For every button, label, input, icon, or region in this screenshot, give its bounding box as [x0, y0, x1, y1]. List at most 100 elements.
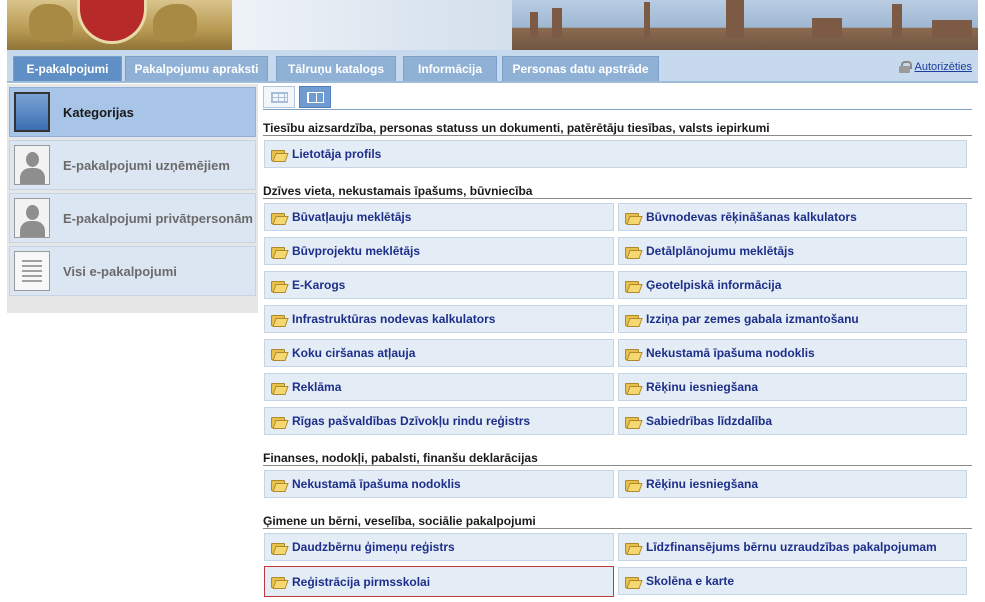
- sidebar: Kategorijas E-pakalpojumi uzņēmējiem E-p…: [7, 84, 258, 313]
- tab-talrunu-katalogs[interactable]: Tālruņu katalogs: [276, 56, 396, 81]
- service-item[interactable]: Būvnodevas rēķināšanas kalkulators: [618, 203, 967, 231]
- service-item[interactable]: Reģistrācija pirmsskolai: [264, 566, 614, 597]
- service-label: Infrastruktūras nodevas kalkulators: [292, 312, 496, 326]
- service-label: Lietotāja profils: [292, 147, 382, 161]
- service-item[interactable]: Nekustamā īpašuma nodoklis: [264, 470, 614, 498]
- tab-e-pakalpojumi[interactable]: E-pakalpojumi: [13, 56, 122, 81]
- service-item[interactable]: Izziņa par zemes gabala izmantošanu: [618, 305, 967, 333]
- service-item[interactable]: Rēķinu iesniegšana: [618, 373, 967, 401]
- service-item[interactable]: Rīgas pašvaldības Dzīvokļu rindu reģistr…: [264, 407, 614, 435]
- sidebar-item-label: E-pakalpojumi uzņēmējiem: [63, 157, 230, 173]
- login-label[interactable]: Autorizēties: [915, 61, 972, 73]
- lion-right-icon: [153, 4, 197, 42]
- folder-icon: [271, 348, 285, 360]
- service-label: Detālplānojumu meklētājs: [646, 244, 795, 258]
- service-label: E-Karogs: [292, 278, 346, 292]
- folder-icon: [14, 92, 50, 132]
- folder-icon: [271, 382, 285, 394]
- sidebar-item-uznemejiem[interactable]: E-pakalpojumi uzņēmējiem: [9, 140, 256, 190]
- section-title: Dzīves vieta, nekustamais īpašums, būvni…: [263, 184, 533, 198]
- service-label: Nekustamā īpašuma nodoklis: [292, 477, 461, 491]
- service-item[interactable]: Reklāma: [264, 373, 614, 401]
- lion-left-icon: [29, 4, 73, 42]
- section-divider: [263, 198, 972, 199]
- service-item[interactable]: Nekustamā īpašuma nodoklis: [618, 339, 967, 367]
- folder-icon: [271, 246, 285, 258]
- folder-icon: [271, 212, 285, 224]
- folder-icon: [625, 212, 639, 224]
- sidebar-item-kategorijas[interactable]: Kategorijas: [9, 87, 256, 137]
- service-label: Daudzbērnu ģimeņu reģistrs: [292, 540, 455, 554]
- folder-icon: [271, 542, 285, 554]
- service-label: Izziņa par zemes gabala izmantošanu: [646, 312, 859, 326]
- service-label: Rēķinu iesniegšana: [646, 380, 759, 394]
- sidebar-item-privatpersonam[interactable]: E-pakalpojumi privātpersonām: [9, 193, 256, 243]
- folder-icon: [271, 149, 285, 161]
- service-item[interactable]: Detālplānojumu meklētājs: [618, 237, 967, 265]
- main-navigation: E-pakalpojumi Pakalpojumu apraksti Tālru…: [7, 50, 978, 83]
- service-label: Skolēna e karte: [646, 574, 735, 588]
- service-item[interactable]: Lietotāja profils: [264, 140, 967, 168]
- service-item[interactable]: Būvatļauju meklētājs: [264, 203, 614, 231]
- sidebar-item-label: E-pakalpojumi privātpersonām: [63, 210, 253, 226]
- service-label: Būvatļauju meklētājs: [292, 210, 412, 224]
- service-item[interactable]: Infrastruktūras nodevas kalkulators: [264, 305, 614, 333]
- service-item[interactable]: Sabiedrības līdzdalība: [618, 407, 967, 435]
- list-icon: [307, 92, 324, 103]
- tab-pakalpojumu-apraksti[interactable]: Pakalpojumu apraksti: [125, 56, 268, 81]
- folder-icon: [271, 479, 285, 491]
- document-icon: [14, 251, 50, 291]
- service-label: Līdzfinansējums bērnu uzraudzības pakalp…: [646, 540, 937, 554]
- service-item[interactable]: Līdzfinansējums bērnu uzraudzības pakalp…: [618, 533, 967, 561]
- service-item[interactable]: E-Karogs: [264, 271, 614, 299]
- folder-icon: [625, 416, 639, 428]
- sidebar-item-label: Visi e-pakalpojumi: [63, 263, 177, 279]
- service-label: Rēķinu iesniegšana: [646, 477, 759, 491]
- section-title: Tiesību aizsardzība, personas statuss un…: [263, 121, 770, 135]
- grid-view-button[interactable]: [263, 86, 295, 108]
- sidebar-item-label: Kategorijas: [63, 104, 134, 120]
- folder-icon: [625, 348, 639, 360]
- service-label: Rīgas pašvaldības Dzīvokļu rindu reģistr…: [292, 414, 531, 428]
- section-divider: [263, 528, 972, 529]
- person-icon: [14, 198, 50, 238]
- folder-icon: [625, 246, 639, 258]
- service-label: Būvprojektu meklētājs: [292, 244, 421, 258]
- folder-icon: [625, 542, 639, 554]
- service-label: Ģeotelpiskā informācija: [646, 278, 782, 292]
- divider: [263, 109, 972, 110]
- section-title: Finanses, nodokļi, pabalsti, finanšu dek…: [263, 451, 538, 465]
- service-item[interactable]: Rēķinu iesniegšana: [618, 470, 967, 498]
- tab-informacija[interactable]: Informācija: [403, 56, 497, 81]
- service-item[interactable]: Skolēna e karte: [618, 567, 967, 595]
- shield-icon: [77, 0, 147, 44]
- section-divider: [263, 465, 972, 466]
- folder-icon: [625, 280, 639, 292]
- service-item[interactable]: Daudzbērnu ģimeņu reģistrs: [264, 533, 614, 561]
- view-toggles: [263, 86, 331, 108]
- service-label: Nekustamā īpašuma nodoklis: [646, 346, 815, 360]
- folder-icon: [271, 314, 285, 326]
- folder-icon: [625, 314, 639, 326]
- service-label: Reklāma: [292, 380, 342, 394]
- folder-icon: [271, 576, 285, 588]
- list-view-button[interactable]: [299, 86, 331, 108]
- service-item[interactable]: Būvprojektu meklētājs: [264, 237, 614, 265]
- service-label: Sabiedrības līdzdalība: [646, 414, 773, 428]
- folder-icon: [271, 416, 285, 428]
- folder-icon: [625, 576, 639, 588]
- riga-coat-of-arms: [7, 0, 232, 50]
- header-banner: [7, 0, 978, 50]
- login-link[interactable]: Autorizēties: [898, 61, 972, 73]
- service-item[interactable]: Koku ciršanas atļauja: [264, 339, 614, 367]
- tab-personas-datu-apstrade[interactable]: Personas datu apstrāde: [502, 56, 659, 81]
- section-title: Ģimene un bērni, veselība, sociālie paka…: [263, 514, 536, 528]
- folder-icon: [271, 280, 285, 292]
- sidebar-item-visi[interactable]: Visi e-pakalpojumi: [9, 246, 256, 296]
- folder-icon: [625, 479, 639, 491]
- service-label: Koku ciršanas atļauja: [292, 346, 416, 360]
- person-icon: [14, 145, 50, 185]
- service-item[interactable]: Ģeotelpiskā informācija: [618, 271, 967, 299]
- service-label: Reģistrācija pirmsskolai: [292, 574, 431, 589]
- lock-icon: [898, 61, 912, 73]
